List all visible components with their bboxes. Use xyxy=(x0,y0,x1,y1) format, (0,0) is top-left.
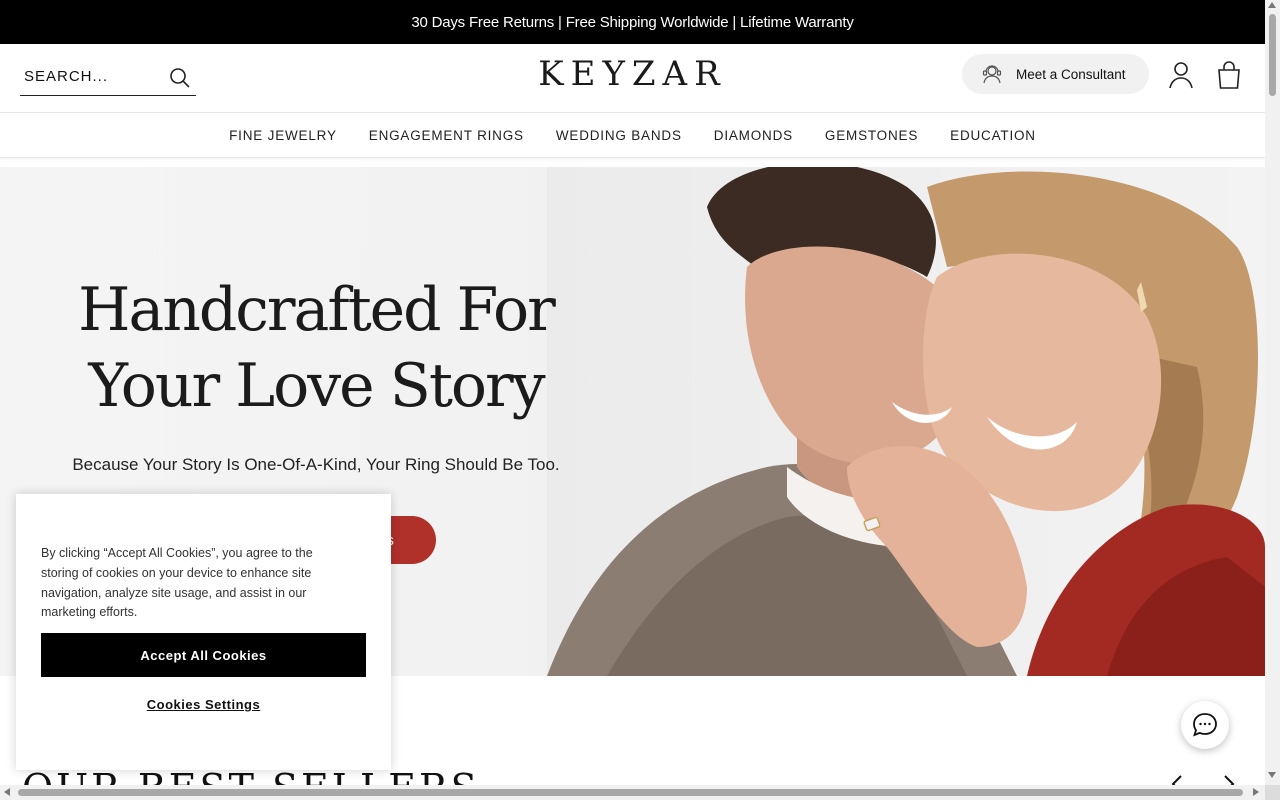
scroll-up-icon[interactable] xyxy=(1268,2,1276,8)
consultant-icon xyxy=(982,65,1002,84)
nav-item-wedding-bands[interactable]: WEDDING BANDS xyxy=(556,128,682,143)
nav-item-diamonds[interactable]: DIAMONDS xyxy=(714,128,793,143)
vertical-scroll-thumb[interactable] xyxy=(1269,14,1276,96)
cookie-banner: By clicking “Accept All Cookies”, you ag… xyxy=(16,494,391,770)
vertical-scrollbar[interactable] xyxy=(1265,0,1280,800)
scrollbar-corner xyxy=(1265,785,1280,800)
hero-couple-image xyxy=(547,167,1265,676)
cookie-settings-link[interactable]: Cookies Settings xyxy=(41,697,366,712)
hero-title: Handcrafted For Your Love Story xyxy=(60,272,572,424)
chat-button[interactable] xyxy=(1181,701,1229,749)
nav-item-education[interactable]: EDUCATION xyxy=(950,128,1036,143)
scroll-right-icon[interactable] xyxy=(1253,788,1259,796)
hero-subtitle: Because Your Story Is One-Of-A-Kind, You… xyxy=(72,455,560,474)
logo[interactable]: KEYZAR xyxy=(538,54,726,94)
nav-item-fine-jewelry[interactable]: FINE JEWELRY xyxy=(229,128,337,143)
search-icon[interactable] xyxy=(168,66,192,90)
announcement-bar: 30 Days Free Returns | Free Shipping Wor… xyxy=(0,0,1265,44)
horizontal-scrollbar[interactable] xyxy=(0,785,1265,800)
scroll-down-icon[interactable] xyxy=(1268,772,1276,778)
nav-item-gemstones[interactable]: GEMSTONES xyxy=(825,128,918,143)
nav-item-engagement-rings[interactable]: ENGAGEMENT RINGS xyxy=(369,128,524,143)
site-header: KEYZAR Meet a Consultant xyxy=(0,44,1265,112)
scroll-left-icon[interactable] xyxy=(4,788,10,796)
bag-icon[interactable] xyxy=(1216,61,1242,89)
user-icon[interactable] xyxy=(1168,61,1194,89)
search-input[interactable] xyxy=(20,68,160,85)
chat-icon xyxy=(1193,713,1217,737)
accept-cookies-button[interactable]: Accept All Cookies xyxy=(41,633,366,677)
hero-title-line-1: Handcrafted For xyxy=(78,275,556,345)
meet-consultant-button[interactable]: Meet a Consultant xyxy=(962,54,1149,94)
hero-title-line-2: Your Love Story xyxy=(88,351,545,421)
search-box[interactable] xyxy=(20,58,196,96)
announcement-text: 30 Days Free Returns | Free Shipping Wor… xyxy=(411,13,854,31)
main-nav: FINE JEWELRY ENGAGEMENT RINGS WEDDING BA… xyxy=(0,112,1265,158)
cookie-text: By clicking “Accept All Cookies”, you ag… xyxy=(41,546,313,620)
consultant-label: Meet a Consultant xyxy=(1016,66,1126,82)
horizontal-scroll-thumb[interactable] xyxy=(18,789,1243,796)
